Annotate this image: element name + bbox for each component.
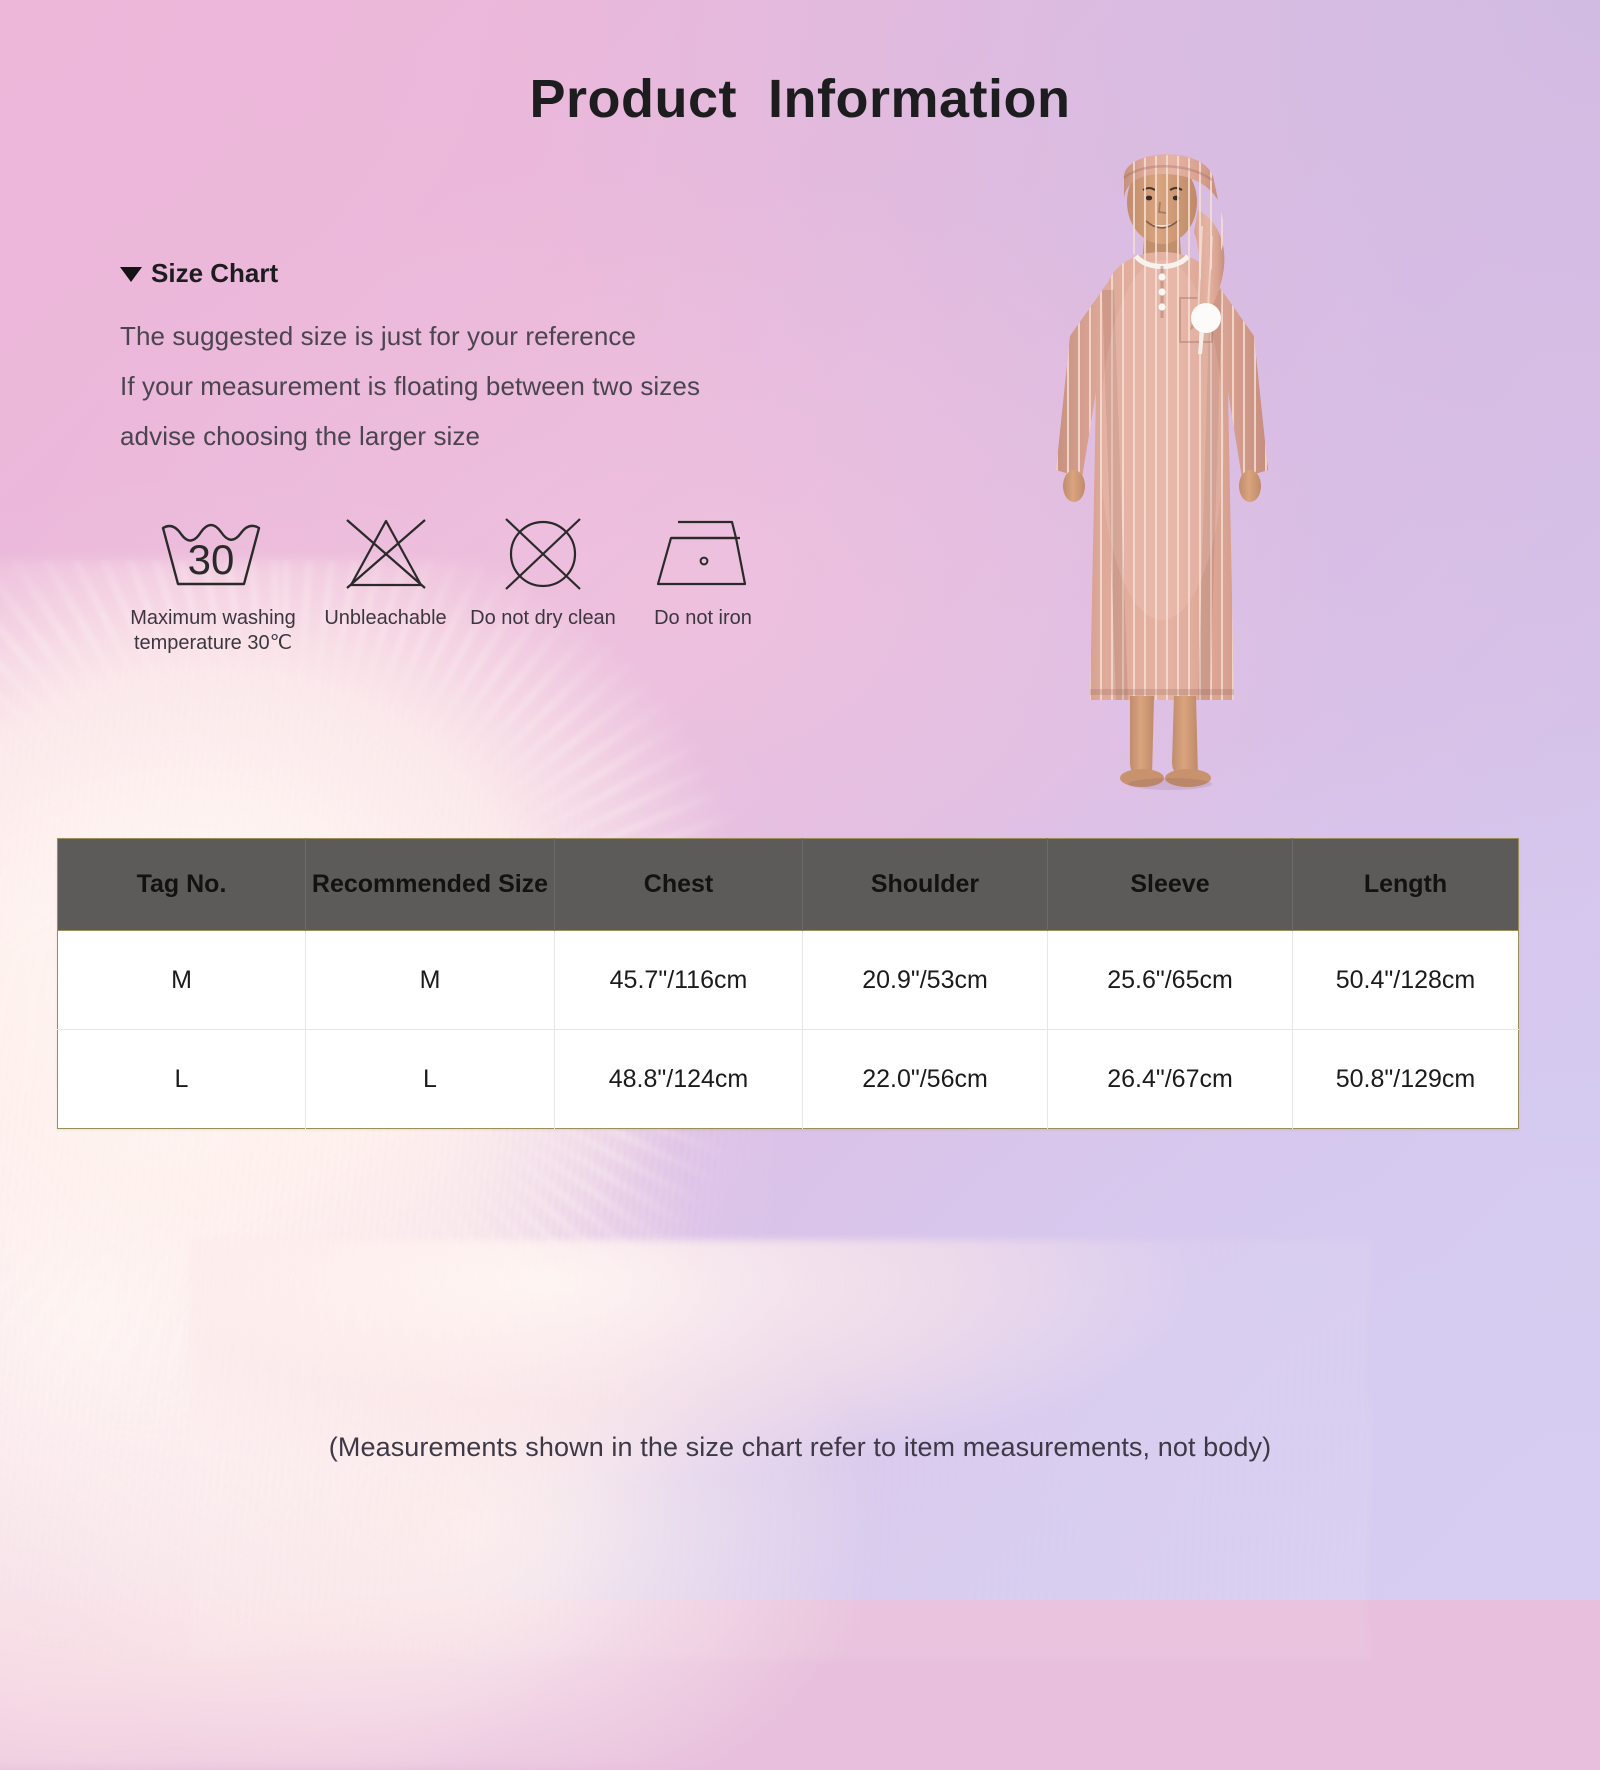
cell-length: 50.8"/129cm	[1292, 1029, 1519, 1129]
size-note-line: If your measurement is floating between …	[120, 371, 701, 401]
column-header-shoulder: Shoulder	[802, 838, 1048, 931]
size-chart-heading: Size Chart	[120, 258, 880, 289]
column-header-sleeve: Sleeve	[1047, 838, 1293, 931]
care-label: Unbleachable	[324, 607, 447, 629]
do-not-bleach-icon	[331, 512, 441, 592]
care-label: Do not iron	[654, 607, 752, 629]
cell-recommended-size: L	[305, 1029, 555, 1129]
column-header-length: Length	[1292, 838, 1519, 931]
size-chart-section: Size Chart The suggested size is just fo…	[120, 258, 880, 461]
care-item-bleach: Unbleachable	[308, 512, 463, 631]
wash-tub-30-icon: 30	[153, 512, 273, 592]
size-chart-heading-label: Size Chart	[151, 258, 279, 288]
table-header-row: Tag No. Recommended Size Chest Shoulder …	[57, 838, 1519, 931]
cell-chest: 45.7"/116cm	[554, 930, 803, 1030]
column-header-chest: Chest	[554, 838, 803, 931]
size-note-line: advise choosing the larger size	[120, 421, 481, 451]
cell-sleeve: 26.4"/67cm	[1047, 1029, 1293, 1129]
cell-shoulder: 20.9"/53cm	[802, 930, 1048, 1030]
background-sheen	[0, 0, 1600, 1600]
cell-shoulder: 22.0"/56cm	[802, 1029, 1048, 1129]
cell-tag-no: M	[57, 930, 306, 1030]
cell-length: 50.4"/128cm	[1292, 930, 1519, 1030]
size-note-line: The suggested size is just for your refe…	[120, 321, 637, 351]
size-chart-table: Tag No. Recommended Size Chest Shoulder …	[57, 838, 1519, 1129]
do-not-iron-icon	[648, 512, 758, 592]
care-label: Do not dry clean	[470, 607, 616, 629]
column-header-recommended-size: Recommended Size	[305, 838, 555, 931]
column-header-tag-no: Tag No.	[57, 838, 306, 931]
care-label: Maximum washing temperature 30℃	[130, 607, 296, 654]
care-instructions-row: 30 Maximum washing temperature 30℃ Unble…	[118, 512, 783, 656]
model-hand-right	[1239, 470, 1261, 502]
cell-chest: 48.8"/124cm	[554, 1029, 803, 1129]
cell-tag-no: L	[57, 1029, 306, 1129]
measurements-footnote: (Measurements shown in the size chart re…	[328, 1432, 1272, 1462]
table-row: L L 48.8"/124cm 22.0"/56cm 26.4"/67cm 50…	[57, 1029, 1519, 1129]
care-item-washing: 30 Maximum washing temperature 30℃	[118, 512, 308, 656]
model-hand-left	[1063, 470, 1085, 502]
cell-recommended-size: M	[305, 930, 555, 1030]
care-item-iron: Do not iron	[623, 512, 783, 631]
table-row: M M 45.7"/116cm 20.9"/53cm 25.6"/65cm 50…	[57, 930, 1519, 1030]
do-not-dry-clean-icon	[488, 512, 598, 592]
model-legs	[1120, 696, 1212, 790]
page-title: Product Information	[529, 69, 1071, 129]
care-item-dry-clean: Do not dry clean	[463, 512, 623, 631]
cell-sleeve: 25.6"/65cm	[1047, 930, 1293, 1030]
model-product-photo	[1012, 140, 1312, 800]
triangle-down-icon	[120, 267, 142, 282]
wash-temperature-value: 30	[188, 536, 235, 583]
